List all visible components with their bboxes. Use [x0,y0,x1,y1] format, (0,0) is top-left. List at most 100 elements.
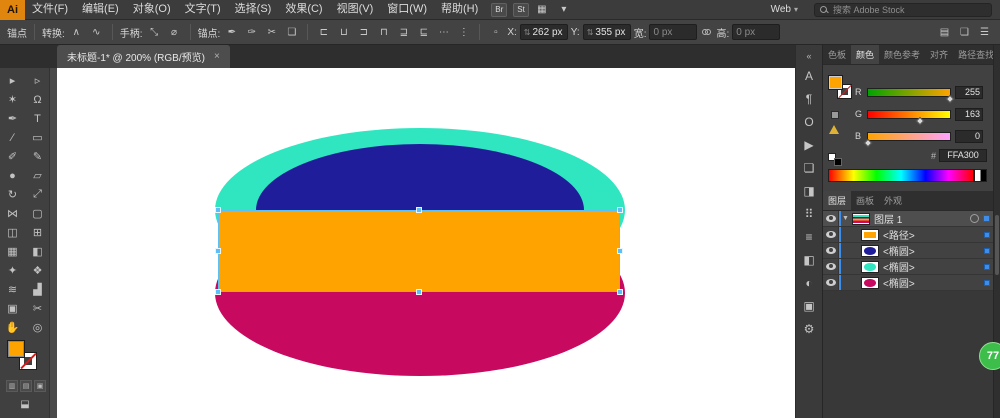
channel-slider-track[interactable] [867,110,951,119]
fill-proxy-swatch[interactable] [828,75,843,90]
selection-handle-top-left[interactable] [215,207,221,213]
links-panel-icon[interactable]: ❏ [797,156,821,179]
align-horizontal-right-icon[interactable]: ⊐ [355,24,372,41]
align-horizontal-center-icon[interactable]: ⊔ [335,24,352,41]
fill-swatch[interactable] [7,340,25,358]
symbols-panel-icon[interactable]: ⠿ [797,202,821,225]
tab-color-guide[interactable]: 颜色参考 [879,45,925,64]
scrollbar-thumb[interactable] [995,215,999,275]
transparency-panel-icon[interactable]: ◨ [797,179,821,202]
align-vertical-bottom-icon[interactable]: ⊑ [415,24,432,41]
artboard-tool[interactable]: ▣ [2,300,23,317]
show-handles-icon[interactable]: ⤡ [146,24,163,41]
blob-brush-tool[interactable]: ● [2,167,23,184]
menu-help[interactable]: 帮助(H) [434,0,485,20]
actions-panel-icon[interactable]: ▶ [797,133,821,156]
stepper-arrows-icon[interactable]: ⇅ [587,28,594,37]
layer-row-path[interactable]: <路径> [823,227,993,243]
connect-path-icon[interactable]: ✑ [243,24,260,41]
eye-cell[interactable] [823,275,839,290]
layer-row-ellipse-teal[interactable]: <椭圆> [823,259,993,275]
tab-artboards[interactable]: 画板 [851,191,879,210]
selection-handle-top-right[interactable] [617,207,623,213]
hand-tool[interactable]: ✋ [2,319,23,336]
menu-file[interactable]: 文件(F) [25,0,75,20]
align-horizontal-left-icon[interactable]: ⊏ [315,24,332,41]
shape-builder-tool[interactable]: ◫ [2,224,23,241]
paintbrush-tool[interactable]: ✐ [2,148,23,165]
gradient-tool[interactable]: ◧ [27,243,48,260]
web-color-cube-icon[interactable] [831,111,839,119]
tab-appearance[interactable]: 外观 [879,191,907,210]
gradient-panel-icon[interactable]: ◧ [797,248,821,271]
x-position-field[interactable]: ⇅ 262 px [520,24,568,40]
workspace-switcher[interactable]: Web ▾ [767,4,802,15]
zoom-tool[interactable]: ◎ [27,319,48,336]
menu-object[interactable]: 对象(O) [126,0,178,20]
rotate-tool[interactable]: ↻ [2,186,23,203]
eye-cell[interactable] [823,227,839,242]
draw-inside-icon[interactable]: ▣ [34,380,46,392]
expand-panels-icon[interactable]: « [806,48,811,64]
magic-wand-tool[interactable]: ✶ [2,91,23,108]
selection-tool[interactable]: ▸ [2,72,23,89]
height-field[interactable]: 0 px [732,24,780,40]
bridge-button[interactable]: Br [491,3,507,17]
pen-tool[interactable]: ✒ [2,110,23,127]
selection-color-square[interactable] [983,215,990,222]
isolate-selection-icon[interactable]: ❏ [283,24,300,41]
type-tool[interactable]: T [27,110,48,127]
blend-tool[interactable]: ❖ [27,262,48,279]
direct-selection-tool[interactable]: ▹ [27,72,48,89]
layout-toggle-icon[interactable]: ▦ [533,4,551,15]
selection-handle-middle-right[interactable] [617,248,623,254]
graphic-styles-panel-icon[interactable]: ▣ [797,294,821,317]
remove-anchor-icon[interactable]: ✒ [223,24,240,41]
workspace-panels-icon[interactable]: ❏ [956,24,973,41]
lasso-tool[interactable]: Ω [27,91,48,108]
convert-to-corner-icon[interactable]: ∧ [68,24,85,41]
convert-to-smooth-icon[interactable]: ∿ [88,24,105,41]
tab-layers[interactable]: 图层 [823,191,851,210]
stock-button[interactable]: St [513,3,529,17]
selection-color-square[interactable] [984,232,990,238]
paragraph-panel-icon[interactable]: ¶ [797,87,821,110]
color-spectrum-bar[interactable] [828,169,974,182]
channel-value-field[interactable]: 0 [955,130,983,143]
selection-handle-bottom-left[interactable] [215,289,221,295]
target-circle-icon[interactable] [970,214,979,223]
visibility-eye-icon[interactable] [826,247,836,254]
channel-slider-track[interactable] [867,132,951,141]
y-position-field[interactable]: ⇅ 355 px [583,24,631,40]
graph-tool[interactable]: ▟ [27,281,48,298]
menu-view[interactable]: 视图(V) [330,0,381,20]
selection-color-square[interactable] [984,280,990,286]
align-vertical-top-icon[interactable]: ⊓ [375,24,392,41]
eye-cell[interactable] [823,243,839,258]
black-swatch[interactable] [834,158,842,166]
selection-handle-bottom-middle[interactable] [416,289,422,295]
selection-handle-middle-left[interactable] [215,248,221,254]
eyedropper-tool[interactable]: ✦ [2,262,23,279]
hex-value-field[interactable]: FFA300 [939,149,987,162]
character-panel-icon[interactable]: A [797,64,821,87]
mesh-tool[interactable]: ▦ [2,243,23,260]
width-field[interactable]: 0 px [649,24,697,40]
draw-normal-icon[interactable]: ▥ [6,380,18,392]
menu-type[interactable]: 文字(T) [178,0,228,20]
constrain-proportions-icon[interactable] [702,29,711,35]
menu-edit[interactable]: 编辑(E) [75,0,126,20]
tab-pathfinder[interactable]: 路径查找器 [953,45,993,64]
spectrum-black-white-swatch[interactable] [974,169,987,182]
visibility-eye-icon[interactable] [826,263,836,270]
line-segment-tool[interactable]: ∕ [2,129,23,146]
channel-slider-thumb[interactable] [946,94,954,102]
appearance-panel-icon[interactable]: ◐ [797,271,821,294]
channel-slider-thumb[interactable] [916,116,924,124]
eye-cell[interactable] [823,211,839,226]
channel-value-field[interactable]: 163 [955,108,983,121]
visibility-eye-icon[interactable] [826,279,836,286]
visibility-eye-icon[interactable] [826,215,836,222]
selection-color-square[interactable] [984,264,990,270]
opentype-panel-icon[interactable]: O [797,110,821,133]
